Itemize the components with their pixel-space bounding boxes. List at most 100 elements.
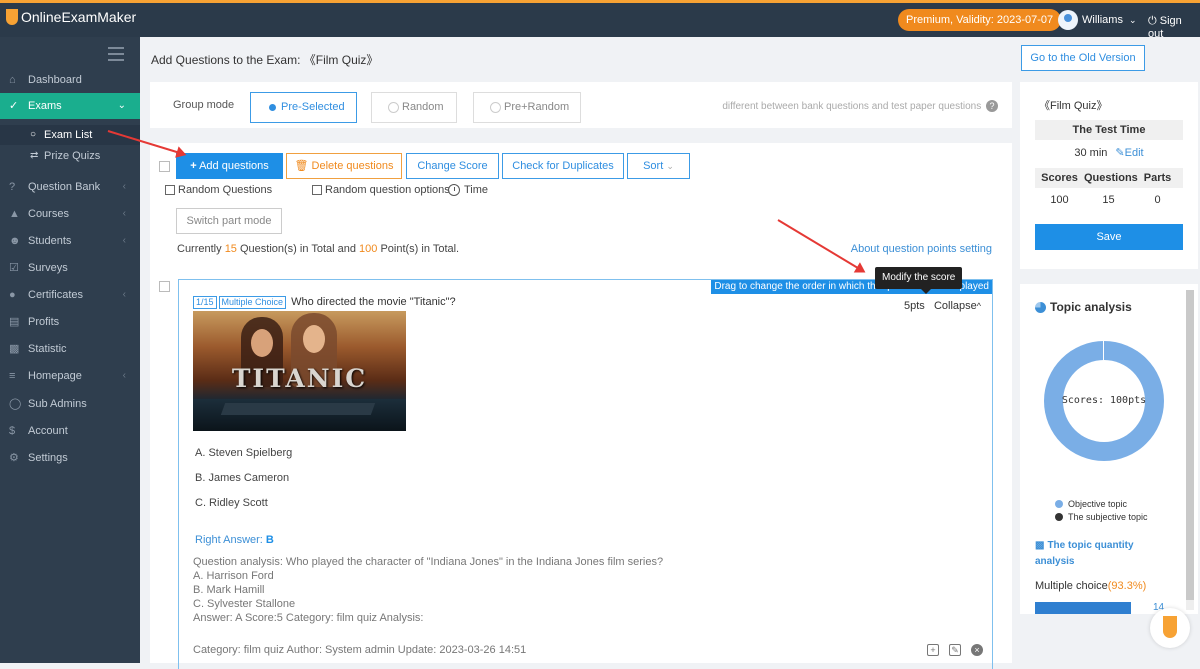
home-icon: ⌂ [9, 74, 16, 86]
point-count: 100 [359, 243, 378, 255]
switch-part-mode-button[interactable]: Switch part mode [176, 208, 282, 234]
sidebar-item-label: Settings [28, 452, 68, 464]
random-options-checkbox[interactable]: Random question options [312, 184, 450, 196]
assistant-icon[interactable] [1150, 608, 1190, 648]
user-name: Williams [1082, 14, 1123, 26]
random-questions-checkbox[interactable]: Random Questions [165, 184, 272, 196]
premium-badge[interactable]: Premium, Validity: 2023-07-07 [898, 9, 1062, 31]
select-all-checkbox[interactable] [159, 161, 170, 172]
right-answer-label: Right Answer: [195, 534, 266, 546]
delete-questions-button[interactable]: 🗑 Delete questions [286, 153, 402, 179]
chevron-down-icon: ⌄ [1128, 14, 1137, 25]
test-time-header: The Test Time [1035, 120, 1183, 140]
pie-chart-icon [1035, 301, 1046, 313]
pencil-icon: ✎ [1115, 147, 1125, 159]
add-questions-button[interactable]: + Add questions [176, 153, 283, 179]
question-line: 1/15 Multiple Choice Who directed the mov… [193, 296, 456, 309]
sidebar-item-label: Dashboard [28, 74, 82, 86]
right-scrollbar[interactable] [1186, 290, 1194, 610]
radio-pre-random[interactable]: Pre+Random [473, 92, 581, 123]
sidebar-item-certificates[interactable]: ● Certificates ‹ [0, 282, 140, 308]
time-toggle[interactable]: Time [448, 184, 488, 196]
question-index-tag: 1/15 [193, 296, 217, 309]
bar-chart-icon: ▩ [1035, 540, 1045, 551]
radio-pre-selected[interactable]: Pre-Selected [250, 92, 357, 123]
radio-random[interactable]: Random [371, 92, 457, 123]
sort-dropdown[interactable]: Sort ⌄ [627, 153, 690, 179]
radio-label: Random [402, 101, 444, 113]
users-icon: ☻ [9, 235, 21, 247]
right-answer-value: B [265, 534, 274, 546]
close-icon[interactable]: × [971, 644, 983, 656]
user-menu[interactable]: Williams ⌄ [1058, 10, 1137, 30]
question-checkbox[interactable] [159, 281, 170, 292]
sidebar-item-label: Certificates [28, 289, 84, 301]
edit-time-link[interactable]: ✎Edit [1111, 147, 1143, 159]
points-value[interactable]: 5pts [904, 300, 925, 312]
sidebar-item-question-bank[interactable]: ? Question Bank ‹ [0, 174, 140, 200]
modify-score-tooltip: Modify the score [875, 267, 963, 294]
questions-header: Questions [1084, 172, 1138, 184]
analysis-line: Question analysis: Who played the charac… [193, 556, 664, 568]
sidebar-item-label: Question Bank [28, 181, 101, 193]
sidebar-sub-prize-quizs[interactable]: ⇄ Prize Quizs [0, 146, 140, 166]
sidebar-item-label: Exams [28, 100, 62, 112]
question-tools: + ✎ × [917, 644, 983, 656]
checkbox-label: Random question options [325, 184, 450, 196]
poster-face [251, 329, 273, 357]
signout-link[interactable]: ⏻ Sign out [1148, 15, 1200, 40]
sidebar-item-settings[interactable]: ⚙ Settings [0, 445, 140, 471]
edit-icon[interactable]: ✎ [949, 644, 961, 656]
parts-value: 0 [1154, 194, 1161, 206]
checkbox-box [165, 185, 175, 195]
chevron-left-icon: ‹ [122, 289, 126, 300]
add-icon[interactable]: + [927, 644, 939, 656]
sidebar-item-label: Students [28, 235, 72, 247]
multiple-choice-bar [1035, 602, 1131, 614]
logo[interactable]: OnlineExamMaker [6, 9, 136, 25]
sidebar-item-account[interactable]: $ Account [0, 418, 140, 444]
admins-icon: ◯ [9, 398, 22, 410]
summary-prefix: Currently [177, 243, 225, 255]
sidebar-item-exams[interactable]: ✓ Exams ⌄ [0, 93, 140, 119]
collapse-button[interactable]: Collapse^ [934, 300, 981, 312]
multiple-choice-label: Multiple choice(93.3%) [1035, 580, 1146, 592]
scrollbar-thumb[interactable] [1186, 290, 1194, 600]
question-text: Who directed the movie "Titanic"? [291, 296, 456, 308]
sidebar-item-sub-admins[interactable]: ◯ Sub Admins [0, 391, 140, 417]
check-duplicates-button[interactable]: Check for Duplicates [502, 153, 624, 179]
group-mode-hint: different between bank questions and tes… [722, 100, 998, 112]
mc-label: Multiple choice [1035, 580, 1108, 592]
chevron-left-icon: ‹ [122, 370, 126, 381]
top-bar: OnlineExamMaker Premium, Validity: 2023-… [0, 0, 1200, 40]
question-points: 5pts Collapse^ [904, 300, 981, 312]
sidebar-item-homepage[interactable]: ≡ Homepage ‹ [0, 363, 140, 389]
sidebar-item-dashboard[interactable]: ⌂ Dashboard [0, 67, 140, 93]
radio-dot-icon [388, 102, 399, 113]
sidebar-item-students[interactable]: ☻ Students ‹ [0, 228, 140, 254]
sidebar-item-surveys[interactable]: ☑ Surveys [0, 255, 140, 281]
save-button[interactable]: Save [1035, 224, 1183, 250]
shuffle-icon: ⇄ [30, 150, 39, 161]
check-circle-icon: ✓ [9, 100, 19, 112]
help-icon[interactable]: ? [986, 100, 998, 112]
old-version-button[interactable]: Go to the Old Version [1021, 45, 1145, 71]
statistic-icon: ▩ [9, 343, 20, 355]
radio-label: Pre-Selected [281, 101, 345, 113]
menu-toggle-icon[interactable] [108, 47, 124, 61]
summary-mid: Question(s) in Total and [236, 243, 360, 255]
time-label: Time [464, 184, 489, 196]
sidebar-item-statistic[interactable]: ▩ Statistic [0, 336, 140, 362]
question-card[interactable]: Drag to change the order in which the qu… [178, 279, 993, 669]
donut-separator [1103, 341, 1104, 360]
clock-icon [448, 184, 460, 196]
courses-icon: ▲ [9, 208, 20, 220]
sidebar-item-profits[interactable]: ▤ Profits [0, 309, 140, 335]
plus-icon: + [190, 160, 197, 172]
analysis-line: C. Sylvester Stallone [193, 598, 296, 610]
profits-icon: ▤ [9, 316, 20, 328]
point-setting-link[interactable]: About question points setting [851, 243, 992, 255]
trash-icon: 🗑 [294, 160, 309, 172]
change-score-button[interactable]: Change Score [406, 153, 499, 179]
sidebar-item-courses[interactable]: ▲ Courses ‹ [0, 201, 140, 227]
